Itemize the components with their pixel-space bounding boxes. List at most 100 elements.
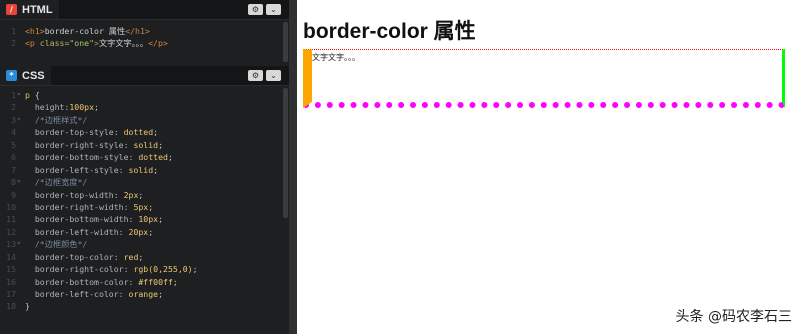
code-token: 100px [69,102,95,113]
code-token: dotted [123,127,154,138]
code-token: ; [192,264,198,275]
line-number: 11 [6,214,16,225]
line-number: 8 [11,177,16,188]
css-code-editor[interactable]: 1 ▾ p {2 height:100px; 3 ▾ /*边框样式*/4 border-… [0,89,289,313]
code-line: 9 border-top-width: 2px; [0,189,289,201]
code-text: } [25,300,30,312]
code-line: 13 ▾ /*边框颜色*/ [0,238,289,250]
code-token: dotted [138,152,168,163]
line-number: 18 [6,301,16,312]
css-icon: * [6,70,17,81]
code-token: /*边框宽度*/ [25,177,88,188]
line-number: 7 [11,164,16,175]
code-editor-column: / HTML ⚙ ⌄ 1 <h1>border-color 属性</h1> 2 <p … [0,0,289,334]
line-number: 2 [11,38,16,49]
line-number: 6 [11,152,16,163]
code-token: </h1> [125,26,150,36]
code-text: border-right-width: 5px; [25,201,153,213]
code-line: 18} [0,300,289,312]
code-line: 1 ▾ p { [0,89,289,101]
code-text: border-bottom-color: #ff00ff; [25,276,178,288]
code-token: border-right-width: [25,201,134,212]
code-token: border-right-style: [25,139,134,150]
line-number: 14 [6,251,16,262]
code-token: border-top-color: [25,251,124,262]
html-code-editor[interactable]: 1 <h1>border-color 属性</h1> 2 <p class="one"… [0,25,289,50]
fold-toggle-icon[interactable]: ▾ [17,114,21,126]
line-number: 9 [11,189,16,200]
code-token: #ff00ff [138,276,173,287]
code-token: ; [148,201,154,212]
line-number: 17 [6,289,16,299]
code-token: border-bottom-color: [25,276,139,287]
code-line: 6 border-bottom-style: dotted; [0,151,289,163]
code-line: 16 border-bottom-color: #ff00ff; [0,276,289,288]
html-scrollbar[interactable] [283,22,288,62]
code-token: "one" [69,38,95,49]
code-line: 3 ▾ /*边框样式*/ [0,114,289,126]
code-token: </p> [148,38,168,49]
code-token: solid [128,164,154,175]
code-token: { [34,90,40,100]
line-number: 15 [6,264,16,275]
code-token: border-top-width: [25,189,124,200]
code-token: /*边框样式*/ [25,114,88,125]
code-token: border-top-style: [25,127,124,138]
code-token: orange [128,289,159,299]
code-token: <h1> [25,26,45,36]
code-line: 4 border-top-style: dotted; [0,126,289,138]
code-token: ; [158,214,164,225]
chevron-down-icon[interactable]: ⌄ [266,70,281,81]
chevron-down-icon[interactable]: ⌄ [266,4,281,15]
code-token: class= [39,38,70,49]
code-token: border-color 属性 [44,26,126,36]
code-text: border-bottom-style: dotted; [25,151,173,163]
code-text: <p class="one">文字文字。。。</p> [25,37,168,49]
gear-icon[interactable]: ⚙ [248,70,263,81]
line-number: 1 [11,26,16,36]
code-token: border-bottom-style: [25,152,139,163]
html-tab[interactable]: / HTML [0,0,59,19]
line-number: 3 [11,114,16,125]
code-token: ; [158,289,164,299]
html-icon: / [6,4,17,15]
code-token: border-left-style: [25,164,129,175]
code-token: ; [158,139,164,150]
code-token: border-right-color: [25,264,134,275]
fold-toggle-icon[interactable]: ▾ [17,89,21,101]
panel-divider[interactable] [289,0,297,334]
code-token: ; [172,276,178,287]
code-text: border-left-width: 20px; [25,226,153,238]
line-number: 4 [11,127,16,138]
code-line: 2 <p class="one">文字文字。。。</p> [0,37,289,49]
code-text: /*边框颜色*/ [25,238,87,250]
code-line: 17 border-left-color: orange; [0,288,289,300]
code-token: border-left-width: [25,226,129,237]
code-line: 7 border-left-style: solid; [0,164,289,176]
code-token: 20px [128,226,149,237]
css-scrollbar[interactable] [283,88,288,218]
line-number: 10 [6,201,16,212]
code-text: /*边框宽度*/ [25,176,87,188]
css-tab[interactable]: * CSS [0,66,51,85]
gear-icon[interactable]: ⚙ [248,4,263,15]
code-token: p [25,90,35,100]
code-line: 15 border-right-color: rgb(0,255,0); [0,263,289,275]
line-number: 13 [6,239,16,250]
css-tab-label: CSS [22,69,45,82]
line-number: 1 [11,90,16,100]
fold-toggle-icon[interactable]: ▾ [17,238,21,250]
code-text: height:100px; [25,101,99,113]
code-token: /*边框颜色*/ [25,239,88,250]
code-text: border-top-color: red; [25,251,143,263]
code-token: } [25,301,30,312]
code-token: ; [153,127,159,138]
code-token: border-left-color: [25,289,129,299]
watermark: 头条 @码农李石三 [675,309,792,325]
code-token: red [123,251,139,262]
fold-toggle-icon[interactable]: ▾ [17,176,21,188]
code-token: ; [167,152,173,163]
code-token: 文字文字。。。 [98,38,149,49]
code-text: border-bottom-width: 10px; [25,213,163,225]
code-token: 5px [133,201,149,212]
